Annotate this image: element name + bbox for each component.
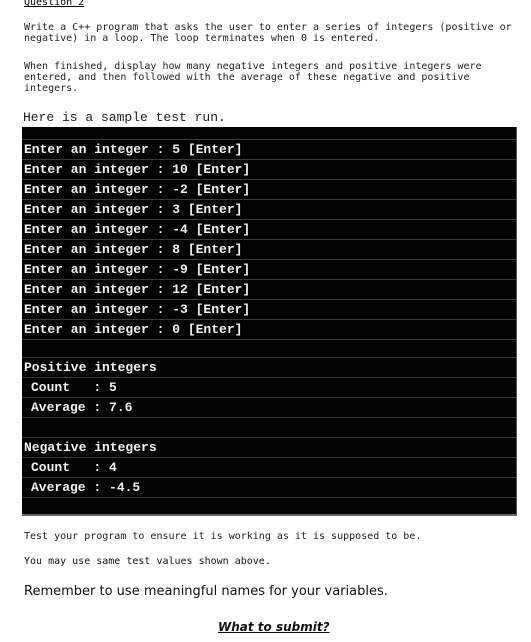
positive-integers-title: Positive integers bbox=[22, 358, 516, 378]
negative-count: Count : 4 bbox=[22, 458, 516, 478]
variable-names-reminder: Remember to use meaningful names for you… bbox=[24, 584, 388, 599]
positive-average: Average : 7.6 bbox=[22, 398, 516, 418]
terminal-entry-row: Enter an integer : 12 [Enter] bbox=[22, 280, 516, 300]
question-heading: Question 2 bbox=[24, 0, 85, 8]
terminal-entry-row: Enter an integer : -4 [Enter] bbox=[22, 220, 516, 240]
terminal-entry-row: Enter an integer : 8 [Enter] bbox=[22, 240, 516, 260]
sample-run-intro: Here is a sample test run. bbox=[23, 110, 226, 125]
terminal-blank-row bbox=[22, 418, 516, 438]
terminal-entry-row: Enter an integer : -3 [Enter] bbox=[22, 300, 516, 320]
sample-output-terminal: Enter an integer : 5 [Enter] Enter an in… bbox=[22, 127, 517, 516]
what-to-submit-heading: What to submit? bbox=[218, 620, 330, 634]
instruction-paragraph-1: Write a C++ program that asks the user t… bbox=[24, 22, 512, 44]
terminal-blank-row bbox=[22, 498, 516, 514]
terminal-entry-row: Enter an integer : 5 [Enter] bbox=[22, 140, 516, 160]
negative-average: Average : -4.5 bbox=[22, 478, 516, 498]
terminal-entry-row: Enter an integer : -9 [Enter] bbox=[22, 260, 516, 280]
positive-count: Count : 5 bbox=[22, 378, 516, 398]
terminal-blank-row bbox=[22, 127, 516, 140]
terminal-entry-row: Enter an integer : 3 [Enter] bbox=[22, 200, 516, 220]
terminal-blank-row bbox=[22, 340, 516, 358]
test-note: Test your program to ensure it is workin… bbox=[24, 531, 422, 542]
terminal-entry-row: Enter an integer : 10 [Enter] bbox=[22, 160, 516, 180]
test-values-note: You may use same test values shown above… bbox=[24, 556, 271, 567]
terminal-entry-row: Enter an integer : 0 [Enter] bbox=[22, 320, 516, 340]
instruction-paragraph-2: When finished, display how many negative… bbox=[24, 61, 482, 94]
negative-integers-title: Negative integers bbox=[22, 438, 516, 458]
terminal-entry-row: Enter an integer : -2 [Enter] bbox=[22, 180, 516, 200]
